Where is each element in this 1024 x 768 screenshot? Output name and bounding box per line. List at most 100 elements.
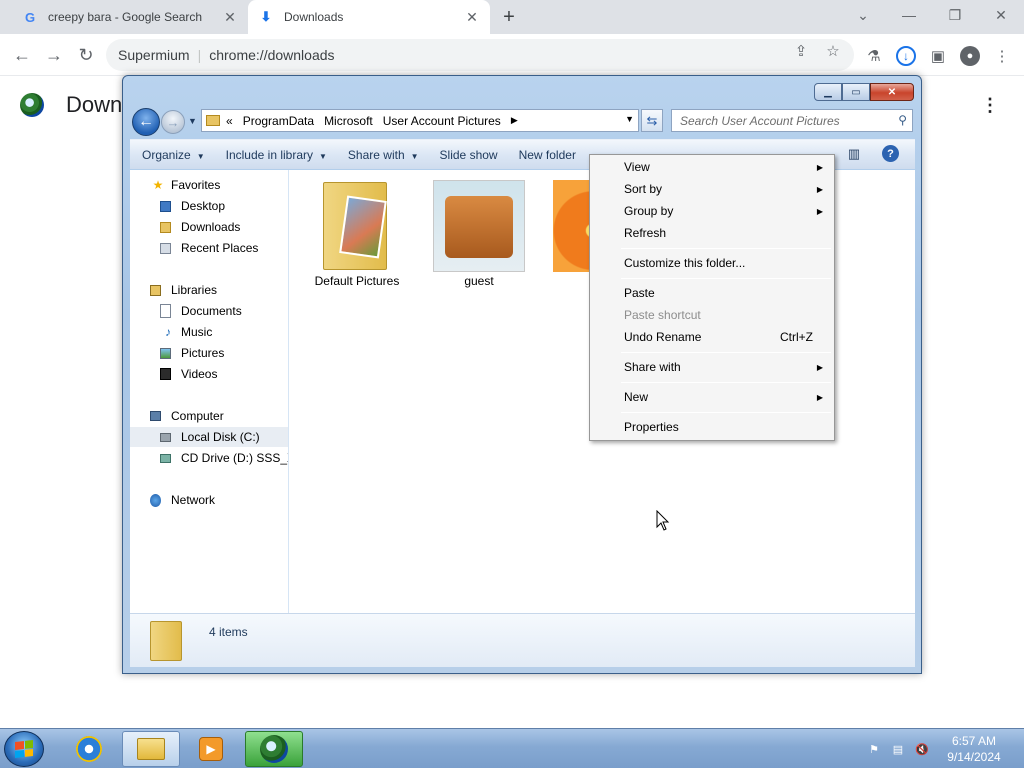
nav-pictures[interactable]: Pictures <box>160 343 224 363</box>
videos-icon <box>160 368 171 380</box>
breadcrumb-microsoft[interactable]: Microsoft <box>324 114 373 128</box>
forward-button[interactable]: → <box>161 110 185 134</box>
volume-muted-icon[interactable]: 🔇 <box>915 742 929 756</box>
forward-button[interactable]: → <box>42 43 66 67</box>
side-panel-icon[interactable]: ▣ <box>928 46 948 66</box>
address-bar[interactable]: Supermium | chrome://downloads <box>106 39 854 71</box>
search-input[interactable]: Search User Account Pictures ⚲ <box>671 109 913 132</box>
menu-item-new[interactable]: New ▶ <box>593 386 831 408</box>
star-icon: ★ <box>152 178 164 192</box>
menu-separator <box>621 248 831 249</box>
menu-icon[interactable]: ⋮ <box>992 46 1012 66</box>
menu-item-share-with[interactable]: Share with ▶ <box>593 356 831 378</box>
address-bar[interactable]: « ProgramData Microsoft User Account Pic… <box>201 109 639 132</box>
nav-local-disk[interactable]: Local Disk (C:) <box>130 427 288 447</box>
taskbar-internet-explorer[interactable] <box>60 731 118 767</box>
nav-documents[interactable]: Documents <box>160 301 242 321</box>
menu-item-properties[interactable]: Properties <box>593 416 831 438</box>
chevron-down-icon[interactable]: ▼ <box>625 114 634 124</box>
file-item[interactable]: guest <box>429 180 529 288</box>
folder-icon <box>311 180 403 272</box>
bookmark-star-icon[interactable]: ☆ <box>824 42 842 60</box>
close-window-button[interactable]: ✕ <box>989 4 1013 26</box>
new-tab-button[interactable]: + <box>497 6 521 28</box>
chevron-down-icon: ▼ <box>410 151 419 161</box>
menu-separator <box>621 278 831 279</box>
menu-item-paste[interactable]: Paste <box>593 282 831 304</box>
preview-pane-icon[interactable]: ▥ <box>845 145 863 163</box>
google-icon: G <box>24 9 36 25</box>
new-folder-button[interactable]: New folder <box>507 148 585 162</box>
network-status-icon[interactable]: ▤ <box>891 742 905 756</box>
back-button[interactable]: ← <box>132 108 160 136</box>
context-menu: View ▶ Sort by ▶ Group by ▶ Refresh Customi… <box>589 154 835 441</box>
refresh-button[interactable]: ⇆ <box>641 109 663 132</box>
start-button[interactable] <box>4 731 44 767</box>
chevron-right-icon[interactable]: ▶ <box>511 115 518 126</box>
maximize-button[interactable]: ▭ <box>842 83 870 101</box>
share-with-button[interactable]: Share with ▼ <box>336 148 428 162</box>
action-center-flag-icon[interactable]: ⚑ <box>867 742 881 756</box>
breadcrumb-overflow[interactable]: « <box>226 114 233 128</box>
breadcrumb-user-account-pictures[interactable]: User Account Pictures <box>383 114 501 128</box>
more-options-icon[interactable]: ⋮ <box>980 95 1000 115</box>
nav-desktop[interactable]: Desktop <box>160 196 225 216</box>
menu-item-group-by[interactable]: Group by ▶ <box>593 200 831 222</box>
slide-show-button[interactable]: Slide show <box>428 148 507 162</box>
back-button[interactable]: ← <box>10 43 34 67</box>
url-text: chrome://downloads <box>209 47 335 63</box>
site-name: Supermium <box>118 47 190 63</box>
nav-libraries[interactable]: Libraries <box>150 280 217 300</box>
nav-cd-drive[interactable]: CD Drive (D:) SSS_X6 <box>160 448 288 468</box>
close-icon[interactable]: ✕ <box>464 9 480 25</box>
extensions-icon[interactable]: ⚗ <box>864 46 884 66</box>
close-icon[interactable]: ✕ <box>222 9 238 25</box>
nav-computer[interactable]: Computer <box>150 406 224 426</box>
organize-button[interactable]: Organize ▼ <box>130 148 214 162</box>
menu-item-undo-rename[interactable]: Undo Rename Ctrl+Z <box>593 326 831 348</box>
music-icon: ♪ <box>165 325 171 339</box>
tab-downloads[interactable]: ⬇ Downloads ✕ <box>248 0 490 34</box>
item-count: 4 items <box>209 625 248 639</box>
tab-google-search[interactable]: G creepy bara - Google Search ✕ <box>12 0 248 34</box>
include-in-library-button[interactable]: Include in library ▼ <box>214 148 336 162</box>
folder-icon <box>206 115 220 126</box>
nav-network[interactable]: Network <box>150 490 215 510</box>
menu-item-customize-folder[interactable]: Customize this folder... <box>593 252 831 274</box>
tab-search-icon[interactable]: ⌄ <box>851 4 875 26</box>
tab-label: creepy bara - Google Search <box>48 10 203 24</box>
taskbar: ▶ ⚑ ▤ 🔇 6:57 AM 9/14/2024 <box>0 728 1024 768</box>
nav-music[interactable]: ♪ Music <box>160 322 212 342</box>
minimize-button[interactable]: — <box>897 4 921 26</box>
chevron-down-icon: ▼ <box>196 151 205 161</box>
browser-toolbar: ← → ↻ Supermium | chrome://downloads ⇪ ☆… <box>0 34 1024 76</box>
menu-item-refresh[interactable]: Refresh <box>593 222 831 244</box>
help-icon[interactable]: ? <box>882 145 899 162</box>
file-item[interactable]: Default Pictures <box>307 180 407 288</box>
close-button[interactable]: ✕ <box>870 83 914 101</box>
taskbar-windows-explorer[interactable] <box>122 731 180 767</box>
nav-downloads[interactable]: Downloads <box>160 217 240 237</box>
menu-item-view[interactable]: View ▶ <box>593 156 831 178</box>
system-clock[interactable]: 6:57 AM 9/14/2024 <box>934 733 1014 765</box>
file-item[interactable] <box>553 180 593 272</box>
nav-videos[interactable]: Videos <box>160 364 217 384</box>
downloads-icon[interactable]: ↓ <box>896 46 916 66</box>
share-icon[interactable]: ⇪ <box>792 42 810 60</box>
menu-item-paste-shortcut: Paste shortcut <box>624 308 701 322</box>
shortcut-label: Ctrl+Z <box>780 330 813 344</box>
reload-button[interactable]: ↻ <box>74 43 98 67</box>
restore-button[interactable]: ❐ <box>943 4 967 26</box>
submenu-arrow-icon: ▶ <box>816 362 823 372</box>
nav-recent-places[interactable]: Recent Places <box>160 238 258 258</box>
caption-buttons: ▁ ▭ ✕ <box>814 83 914 101</box>
minimize-button[interactable]: ▁ <box>814 83 842 101</box>
tab-label: Downloads <box>284 10 344 24</box>
menu-item-sort-by[interactable]: Sort by ▶ <box>593 178 831 200</box>
taskbar-supermium[interactable] <box>245 731 303 767</box>
nav-favorites[interactable]: ★ Favorites <box>150 175 221 195</box>
breadcrumb-programdata[interactable]: ProgramData <box>243 114 314 128</box>
profile-avatar-icon[interactable]: ● <box>960 46 980 66</box>
recent-pages-dropdown[interactable]: ▼ <box>188 116 197 126</box>
taskbar-media-player[interactable]: ▶ <box>182 731 240 767</box>
